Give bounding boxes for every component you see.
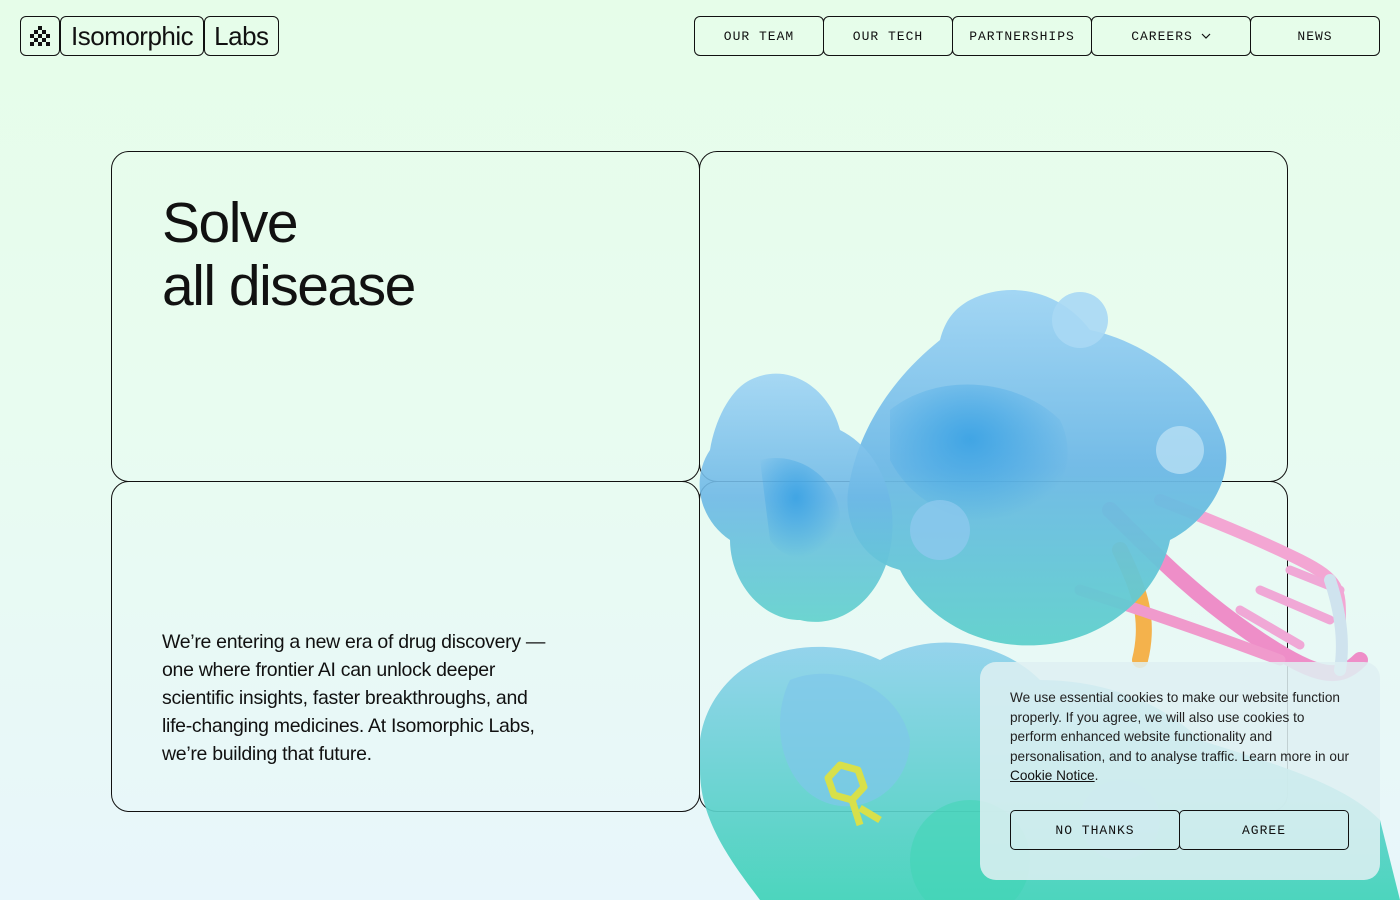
brand-name-labs: Labs <box>204 16 279 56</box>
nav-our-team[interactable]: OUR TEAM <box>694 16 824 56</box>
isomorphic-logo-icon <box>20 16 60 56</box>
no-thanks-button[interactable]: NO THANKS <box>1010 810 1180 850</box>
agree-button[interactable]: AGREE <box>1179 810 1349 850</box>
cookie-text-body: We use essential cookies to make our web… <box>1010 690 1350 764</box>
main-nav: OUR TEAM OUR TECH PARTNERSHIPS CAREERS N… <box>694 16 1380 56</box>
hero-intro-text: We’re entering a new era of drug discove… <box>162 631 546 765</box>
chevron-down-icon <box>1201 33 1211 39</box>
hero-headline: Solve all disease <box>162 191 416 318</box>
cookie-banner: We use essential cookies to make our web… <box>980 662 1380 880</box>
headline-line-1: Solve <box>162 191 299 255</box>
cookie-actions: NO THANKS AGREE <box>1010 810 1349 850</box>
cookie-notice-link[interactable]: Cookie Notice <box>1010 768 1095 783</box>
nav-our-tech[interactable]: OUR TECH <box>823 16 953 56</box>
nav-partnerships[interactable]: PARTNERSHIPS <box>952 16 1092 56</box>
nav-news[interactable]: NEWS <box>1250 16 1380 56</box>
cookie-message: We use essential cookies to make our web… <box>1010 688 1350 786</box>
cookie-text-end: . <box>1094 768 1099 784</box>
brand-name-isomorphic: Isomorphic <box>60 16 205 56</box>
nav-careers-label: CAREERS <box>1131 28 1193 44</box>
headline-line-2: all disease <box>162 254 416 318</box>
nav-careers[interactable]: CAREERS <box>1091 16 1251 56</box>
hero-card-top-right <box>699 151 1288 482</box>
brand-logo[interactable]: Isomorphic Labs <box>20 16 279 56</box>
